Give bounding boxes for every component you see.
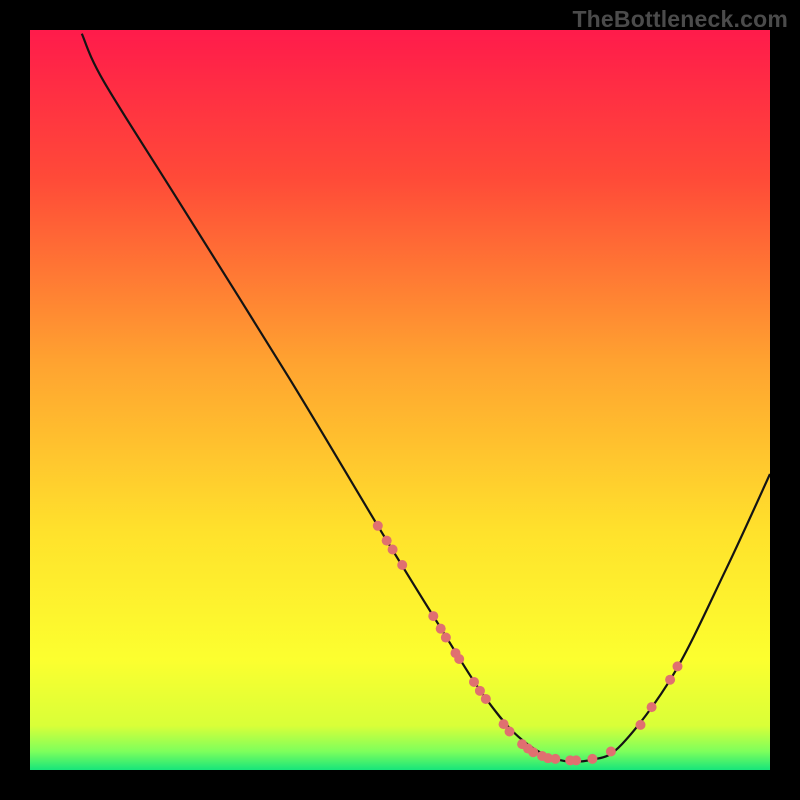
watermark-text: TheBottleneck.com — [572, 6, 788, 33]
chart-stage: TheBottleneck.com — [0, 0, 800, 800]
plot-area — [30, 30, 770, 770]
background-gradient — [30, 30, 770, 770]
